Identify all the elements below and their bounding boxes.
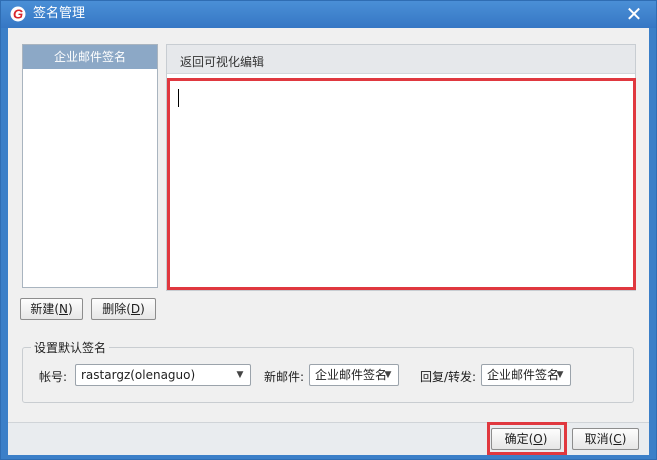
new-button-label: 新建( <box>30 302 59 316</box>
signature-manager-window: G 签名管理 ✕ 企业邮件签名 返回可视化编辑 新建(N) 删除(D) 设置默认… <box>0 0 657 460</box>
new-mail-select-value: 企业邮件签名 <box>315 368 388 382</box>
text-caret <box>178 89 179 107</box>
reply-select-value: 企业邮件签名 <box>487 368 560 382</box>
new-button-hotkey: N <box>59 302 68 316</box>
dialog-body: 企业邮件签名 返回可视化编辑 新建(N) 删除(D) 设置默认签名 帐号: ra… <box>8 28 649 455</box>
signature-source-editor[interactable] <box>167 78 636 290</box>
new-mail-signature-select[interactable]: 企业邮件签名 ▼ <box>309 364 399 386</box>
cancel-button-suffix: ) <box>621 432 627 446</box>
new-mail-label: 新邮件: <box>264 370 305 384</box>
cancel-button-label: 取消( <box>584 432 614 446</box>
svg-text:G: G <box>13 7 23 22</box>
title-bar: G 签名管理 ✕ <box>1 1 656 28</box>
ok-button-hotkey: O <box>533 432 543 446</box>
reply-forward-label: 回复/转发: <box>420 370 477 384</box>
back-to-visual-edit-link[interactable]: 返回可视化编辑 <box>180 53 264 70</box>
chevron-down-icon: ▼ <box>556 370 564 380</box>
default-signature-group-title: 设置默认签名 <box>31 339 110 356</box>
default-signature-group: 设置默认签名 帐号: rastargz(olenaguo) ▼ 新邮件: 企业邮… <box>22 339 634 403</box>
cancel-button-hotkey: C <box>613 432 622 446</box>
delete-button-hotkey: D <box>130 302 141 316</box>
account-select[interactable]: rastargz(olenaguo) ▼ <box>75 364 251 386</box>
cancel-button[interactable]: 取消(C) <box>572 428 639 450</box>
chevron-down-icon: ▼ <box>236 370 244 380</box>
app-logo-icon: G <box>10 6 26 22</box>
window-title: 签名管理 <box>33 6 86 21</box>
ok-button[interactable]: 确定(O) <box>491 428 561 450</box>
account-label: 帐号: <box>39 370 68 384</box>
editor-toolbar: 返回可视化编辑 <box>167 45 635 74</box>
signature-list: 企业邮件签名 <box>22 44 158 288</box>
ok-button-suffix: ) <box>542 432 548 446</box>
delete-signature-button[interactable]: 删除(D) <box>91 298 156 320</box>
signature-list-item[interactable]: 企业邮件签名 <box>23 45 157 69</box>
close-icon[interactable]: ✕ <box>624 4 644 24</box>
delete-button-suffix: ) <box>140 302 145 316</box>
delete-button-label: 删除( <box>102 302 131 316</box>
chevron-down-icon: ▼ <box>384 370 392 380</box>
account-select-value: rastargz(olenaguo) <box>81 368 196 382</box>
new-signature-button[interactable]: 新建(N) <box>20 298 83 320</box>
reply-forward-signature-select[interactable]: 企业邮件签名 ▼ <box>481 364 571 386</box>
signature-editor-panel: 返回可视化编辑 <box>166 44 636 291</box>
ok-button-label: 确定( <box>504 432 534 446</box>
new-button-suffix: ) <box>67 302 73 316</box>
